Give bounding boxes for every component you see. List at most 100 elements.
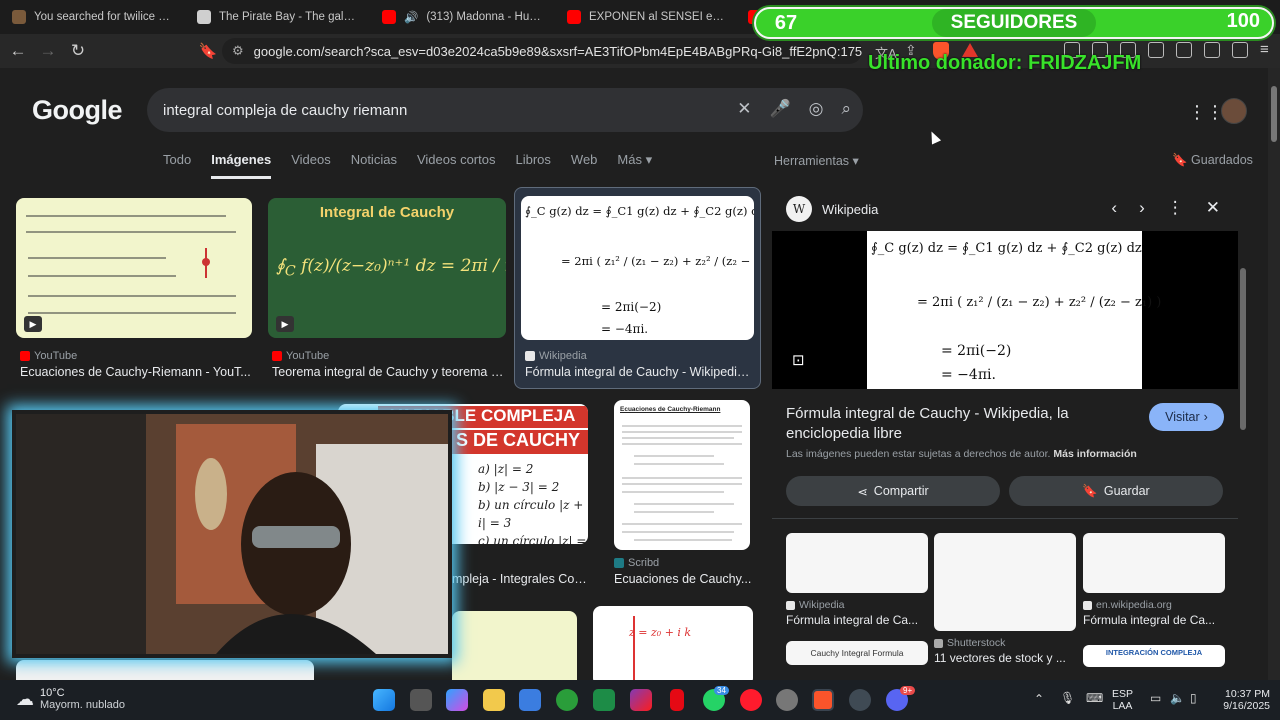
network-icon[interactable]: ▭ xyxy=(1150,691,1161,705)
tab-noticias[interactable]: Noticias xyxy=(351,152,397,179)
microphone-icon[interactable]: 🎙 xyxy=(1060,691,1075,705)
clock[interactable]: 10:37 PM 9/16/2025 xyxy=(1214,688,1270,712)
file-explorer-icon[interactable] xyxy=(483,689,505,711)
browser-tab[interactable]: EXPONEN al SENSEI en DIRECTO xyxy=(555,0,740,34)
avatar[interactable] xyxy=(1221,98,1247,124)
url-field[interactable]: ⚙ google.com/search?sca_esv=d03e2024ca5b… xyxy=(222,38,862,64)
save-button[interactable]: 🔖 Guardar xyxy=(1009,476,1223,506)
instagram-icon[interactable] xyxy=(630,689,652,711)
result-thumbnail[interactable]: Ecuaciones de Cauchy-Riemann xyxy=(614,400,750,550)
clear-icon[interactable]: ✕ xyxy=(737,99,751,119)
panel-source[interactable]: Wikipedia xyxy=(822,202,878,217)
result-thumbnail[interactable]: ∮_C g(z) dz = ∮_C1 g(z) dz + ∮_C2 g(z) d… xyxy=(521,196,754,340)
steam-icon[interactable] xyxy=(849,689,871,711)
related-thumbnail-partial[interactable]: INTEGRACIÓN COMPLEJA xyxy=(1083,645,1225,667)
battery-icon[interactable]: ▯ xyxy=(1190,691,1197,705)
close-panel-icon[interactable]: ✕ xyxy=(1206,198,1220,218)
result-title[interactable]: Fórmula integral de Cauchy - Wikipedia,.… xyxy=(525,365,755,379)
tab-videos-cortos[interactable]: Videos cortos xyxy=(417,152,496,179)
store-icon[interactable] xyxy=(519,689,541,711)
tab-title: EXPONEN al SENSEI en DIRECTO xyxy=(589,11,728,23)
related-source: en.wikipedia.org xyxy=(1083,599,1225,611)
browser-tab[interactable]: The Pirate Bay - The galaxy's mo xyxy=(185,0,370,34)
tab-title: (313) Madonna - Hung Up ( xyxy=(426,11,543,23)
related-result[interactable]: Shutterstock 11 vectores de stock y ... xyxy=(934,533,1076,665)
tab-imagenes[interactable]: Imágenes xyxy=(211,152,272,179)
tray-chevron-icon[interactable]: ⌃ xyxy=(1034,692,1044,706)
tab-web[interactable]: Web xyxy=(571,152,598,179)
tab-todo[interactable]: Todo xyxy=(163,152,191,179)
task-view-icon[interactable] xyxy=(410,689,432,711)
page-scrollbar-thumb[interactable] xyxy=(1271,86,1277,142)
result-thumbnail[interactable]: z = z₀ + i k xyxy=(593,606,753,680)
search-icon[interactable]: ⌕ xyxy=(841,99,851,119)
reload-icon[interactable]: ↻ xyxy=(66,39,90,63)
result-title[interactable]: Ecuaciones de Cauchy-Riemann - YouT... xyxy=(20,365,252,379)
lens-icon[interactable]: ◎ xyxy=(809,99,824,119)
related-result[interactable]: en.wikipedia.org Fórmula integral de Ca.… xyxy=(1083,533,1225,627)
scribd-icon xyxy=(614,558,624,568)
panel-title[interactable]: Fórmula integral de Cauchy - Wikipedia, … xyxy=(786,404,1106,444)
keyboard-icon[interactable]: ⌨ xyxy=(1086,691,1103,705)
forward-icon[interactable]: → xyxy=(36,39,60,63)
lens-search-icon[interactable]: ⊡ xyxy=(792,351,805,369)
microphone-icon[interactable]: 🎤 xyxy=(769,99,790,119)
saved-button[interactable]: 🔖 Guardados xyxy=(1172,153,1253,168)
save-label: Guardar xyxy=(1103,484,1150,498)
netflix-icon[interactable] xyxy=(670,689,684,711)
xbox-icon[interactable] xyxy=(556,689,578,711)
copilot-icon[interactable] xyxy=(446,689,468,711)
panel-scrollbar[interactable] xyxy=(1240,268,1246,430)
tab-mas[interactable]: Más ▾ xyxy=(617,152,652,179)
result-title[interactable]: Teorema integral de Cauchy y teorema d..… xyxy=(272,365,504,379)
browser-tab[interactable]: 🔊 (313) Madonna - Hung Up ( xyxy=(370,0,555,34)
result-thumbnail[interactable] xyxy=(16,660,314,680)
search-box[interactable]: integral compleja de cauchy riemann ✕ 🎤 … xyxy=(147,88,863,132)
pirate-bay-icon xyxy=(197,10,211,24)
vpn-icon[interactable] xyxy=(1232,42,1248,58)
tab-videos[interactable]: Videos xyxy=(291,152,331,179)
result-thumbnail[interactable] xyxy=(452,611,577,680)
excel-icon[interactable] xyxy=(593,689,615,711)
source-label: Shutterstock xyxy=(947,637,1006,649)
more-info-link[interactable]: Más información xyxy=(1053,448,1136,460)
wallet-icon[interactable] xyxy=(1176,42,1192,58)
followers-goal-bar: 67 SEGUIDORES 100 xyxy=(754,7,1274,39)
opera-icon[interactable] xyxy=(740,689,762,711)
preview-image[interactable]: ∮_C g(z) dz = ∮_C1 g(z) dz + ∮_C2 g(z) d… xyxy=(772,231,1238,389)
google-logo[interactable]: Google xyxy=(32,95,123,126)
more-options-icon[interactable]: ⋮ xyxy=(1167,198,1184,218)
thumb-subheading: S DE CAUCHY xyxy=(448,430,588,454)
result-title[interactable]: Ecuaciones de Cauchy... xyxy=(614,572,754,586)
language-indicator[interactable]: ESP LAA xyxy=(1112,688,1133,712)
result-thumbnail[interactable]: Integral de Cauchy ∮C f(z)/(z−z₀)ⁿ⁺¹ dz … xyxy=(268,198,506,338)
formula-line: = 2πi ( z₁² / (z₁ − z₂) + z₂² / (z₂ − z₁… xyxy=(561,254,754,268)
prev-image-icon[interactable]: ‹ xyxy=(1111,198,1117,218)
result-title[interactable]: mpleja - Integrales Com... xyxy=(452,572,592,586)
sidebar-icon[interactable] xyxy=(1148,42,1164,58)
search-query[interactable]: integral compleja de cauchy riemann xyxy=(163,102,407,119)
leo-ai-icon[interactable] xyxy=(1204,42,1220,58)
tab-libros[interactable]: Libros xyxy=(515,152,550,179)
next-image-icon[interactable]: › xyxy=(1139,198,1145,218)
browser-tab[interactable]: You searched for twilice princess xyxy=(0,0,185,34)
bookmark-icon[interactable]: 🔖 xyxy=(196,39,220,63)
tools-button[interactable]: Herramientas ▾ xyxy=(774,153,859,168)
back-icon[interactable]: ← xyxy=(6,39,30,63)
result-thumbnail[interactable]: ▶ xyxy=(16,198,252,338)
visit-button[interactable]: Visitar › xyxy=(1149,403,1224,431)
volume-icon[interactable]: 🔈 xyxy=(1170,691,1185,705)
page-scrollbar[interactable] xyxy=(1268,68,1280,680)
site-info-icon[interactable]: ⚙ xyxy=(232,43,244,59)
followers-count: 67 xyxy=(774,11,798,34)
windows-start-icon[interactable] xyxy=(373,689,395,711)
menu-icon[interactable]: ≡ xyxy=(1260,42,1269,58)
share-button[interactable]: ⋖ Compartir xyxy=(786,476,1000,506)
related-thumbnail-partial[interactable]: Cauchy Integral Formula xyxy=(786,641,928,665)
related-result[interactable]: Wikipedia Fórmula integral de Ca... xyxy=(786,533,928,627)
search-tabs: Todo Imágenes Videos Noticias Videos cor… xyxy=(163,152,652,179)
chrome-icon[interactable] xyxy=(776,689,798,711)
url-text: google.com/search?sca_esv=d03e2024ca5b9e… xyxy=(253,43,862,59)
brave-icon[interactable] xyxy=(812,689,834,711)
weather-widget[interactable]: ☁ 10°C Mayorm. nublado xyxy=(16,687,125,711)
